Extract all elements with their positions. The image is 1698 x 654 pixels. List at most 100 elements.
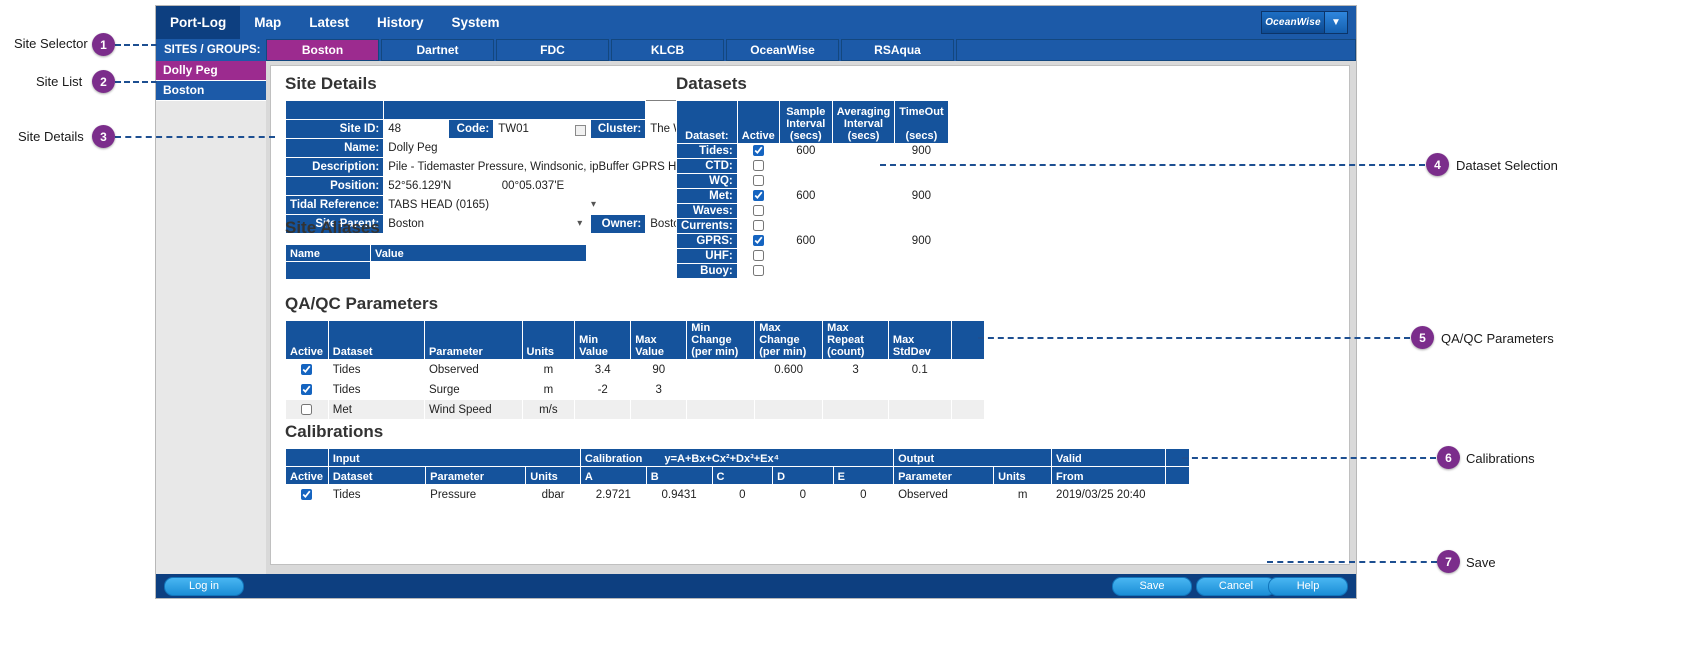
calib-b-0[interactable]: 0.9431 xyxy=(645,484,713,505)
dataset-averaging-currents[interactable] xyxy=(831,218,896,234)
calib-active-0[interactable] xyxy=(285,484,329,505)
checkbox[interactable] xyxy=(301,403,313,415)
dataset-active-buoy[interactable] xyxy=(736,263,780,279)
qaqc-min-value-2[interactable] xyxy=(574,399,632,420)
qaqc-max-change-1[interactable] xyxy=(754,379,824,400)
qaqc-units-1[interactable]: m xyxy=(521,379,576,400)
site-group-oceanwise[interactable]: OceanWise xyxy=(726,39,839,61)
checkbox[interactable] xyxy=(752,175,764,187)
site-group-boston[interactable]: Boston xyxy=(266,39,379,61)
site-group-rsaqua[interactable]: RSAqua xyxy=(841,39,954,61)
dataset-averaging-gprs[interactable] xyxy=(831,233,896,249)
site-group-dartnet[interactable]: Dartnet xyxy=(381,39,494,61)
qaqc-parameter-1[interactable]: Surge xyxy=(423,379,523,400)
calib-dataset-0[interactable]: Tides xyxy=(327,484,427,505)
qaqc-dataset-2[interactable]: Met xyxy=(327,399,425,420)
dataset-timeout-waves[interactable] xyxy=(894,203,949,219)
dataset-sample-tides[interactable]: 600 xyxy=(778,143,833,159)
qaqc-dataset-0[interactable]: Tides xyxy=(327,359,425,380)
checkbox[interactable] xyxy=(752,145,764,157)
qaqc-active-2[interactable] xyxy=(285,399,329,420)
dataset-active-waves[interactable] xyxy=(736,203,780,219)
login-button[interactable]: Log in xyxy=(164,577,244,596)
checkbox[interactable] xyxy=(752,220,764,232)
calib-a-0[interactable]: 2.9721 xyxy=(579,484,647,505)
qaqc-min-change-1[interactable] xyxy=(686,379,756,400)
qaqc-min-change-0[interactable] xyxy=(686,359,756,380)
qaqc-min-value-0[interactable]: 3.4 xyxy=(574,359,632,380)
dataset-averaging-ctd[interactable] xyxy=(831,158,896,174)
dataset-sample-wq[interactable] xyxy=(778,173,833,189)
calib-units-0[interactable]: dbar xyxy=(525,484,581,505)
qaqc-parameter-0[interactable]: Observed xyxy=(423,359,523,380)
calib-d-0[interactable]: 0 xyxy=(772,484,834,505)
qaqc-max-value-2[interactable] xyxy=(630,399,688,420)
qaqc-max-value-0[interactable]: 90 xyxy=(630,359,688,380)
checkbox[interactable] xyxy=(301,363,313,375)
nav-tab-map[interactable]: Map xyxy=(240,6,295,39)
nav-tab-latest[interactable]: Latest xyxy=(295,6,363,39)
dataset-active-currents[interactable] xyxy=(736,218,780,234)
qaqc-min-value-1[interactable]: -2 xyxy=(574,379,632,400)
cancel-button[interactable]: Cancel xyxy=(1196,577,1276,596)
site-id-value[interactable]: 48 xyxy=(383,119,450,139)
nav-tab-history[interactable]: History xyxy=(363,6,438,39)
calib-parameter-0[interactable]: Pressure xyxy=(425,484,527,505)
dataset-sample-gprs[interactable]: 600 xyxy=(778,233,833,249)
checkbox[interactable] xyxy=(752,205,764,217)
dataset-active-met[interactable] xyxy=(736,188,780,204)
dataset-active-uhf[interactable] xyxy=(736,248,780,264)
qaqc-max-change-0[interactable]: 0.600 xyxy=(754,359,824,380)
qaqc-max-repeat-1[interactable] xyxy=(822,379,889,400)
dataset-averaging-met[interactable] xyxy=(831,188,896,204)
checkbox[interactable] xyxy=(752,190,764,202)
save-button[interactable]: Save xyxy=(1112,577,1192,596)
nav-tab-port-log[interactable]: Port-Log xyxy=(156,6,241,39)
dataset-sample-uhf[interactable] xyxy=(778,248,833,264)
chevron-down-icon[interactable]: ▼ xyxy=(1324,12,1347,33)
qaqc-active-1[interactable] xyxy=(285,379,329,400)
dataset-averaging-waves[interactable] xyxy=(831,203,896,219)
qaqc-max-value-1[interactable]: 3 xyxy=(630,379,688,400)
dataset-averaging-tides[interactable] xyxy=(831,143,896,159)
qaqc-dataset-1[interactable]: Tides xyxy=(327,379,425,400)
code-picker-icon[interactable] xyxy=(575,124,587,136)
site-group-fdc[interactable]: FDC xyxy=(496,39,609,61)
dataset-sample-currents[interactable] xyxy=(778,218,833,234)
calib-valid-from-0[interactable]: 2019/03/25 20:40 xyxy=(1051,484,1166,505)
alias-value-cell[interactable] xyxy=(370,261,587,280)
qaqc-active-0[interactable] xyxy=(285,359,329,380)
dataset-timeout-wq[interactable] xyxy=(894,173,949,189)
qaqc-max-stddev-0[interactable]: 0.1 xyxy=(887,359,952,380)
dataset-sample-ctd[interactable] xyxy=(778,158,833,174)
calib-c-0[interactable]: 0 xyxy=(711,484,774,505)
dataset-timeout-currents[interactable] xyxy=(894,218,949,234)
dataset-active-ctd[interactable] xyxy=(736,158,780,174)
checkbox[interactable] xyxy=(752,250,764,262)
dataset-timeout-gprs[interactable]: 900 xyxy=(894,233,949,249)
help-button[interactable]: Help xyxy=(1268,577,1348,596)
alias-name-cell[interactable] xyxy=(285,261,371,280)
dataset-timeout-uhf[interactable] xyxy=(894,248,949,264)
qaqc-max-stddev-1[interactable] xyxy=(887,379,952,400)
code-value[interactable]: TW01 xyxy=(493,119,592,139)
dataset-timeout-met[interactable]: 900 xyxy=(894,188,949,204)
dataset-sample-buoy[interactable] xyxy=(778,263,833,279)
dataset-timeout-tides[interactable]: 900 xyxy=(894,143,949,159)
dataset-active-tides[interactable] xyxy=(736,143,780,159)
qaqc-units-0[interactable]: m xyxy=(521,359,576,380)
calib-e-0[interactable]: 0 xyxy=(832,484,895,505)
nav-tab-system[interactable]: System xyxy=(438,6,514,39)
qaqc-max-repeat-2[interactable] xyxy=(822,399,889,420)
qaqc-max-repeat-0[interactable]: 3 xyxy=(822,359,889,380)
checkbox[interactable] xyxy=(752,265,764,277)
checkbox[interactable] xyxy=(752,235,764,247)
dataset-averaging-wq[interactable] xyxy=(831,173,896,189)
dataset-active-gprs[interactable] xyxy=(736,233,780,249)
qaqc-min-change-2[interactable] xyxy=(686,399,756,420)
dataset-sample-waves[interactable] xyxy=(778,203,833,219)
checkbox[interactable] xyxy=(301,488,313,500)
dataset-active-wq[interactable] xyxy=(736,173,780,189)
dataset-sample-met[interactable]: 600 xyxy=(778,188,833,204)
site-list-item-dolly-peg[interactable]: Dolly Peg xyxy=(156,61,266,81)
